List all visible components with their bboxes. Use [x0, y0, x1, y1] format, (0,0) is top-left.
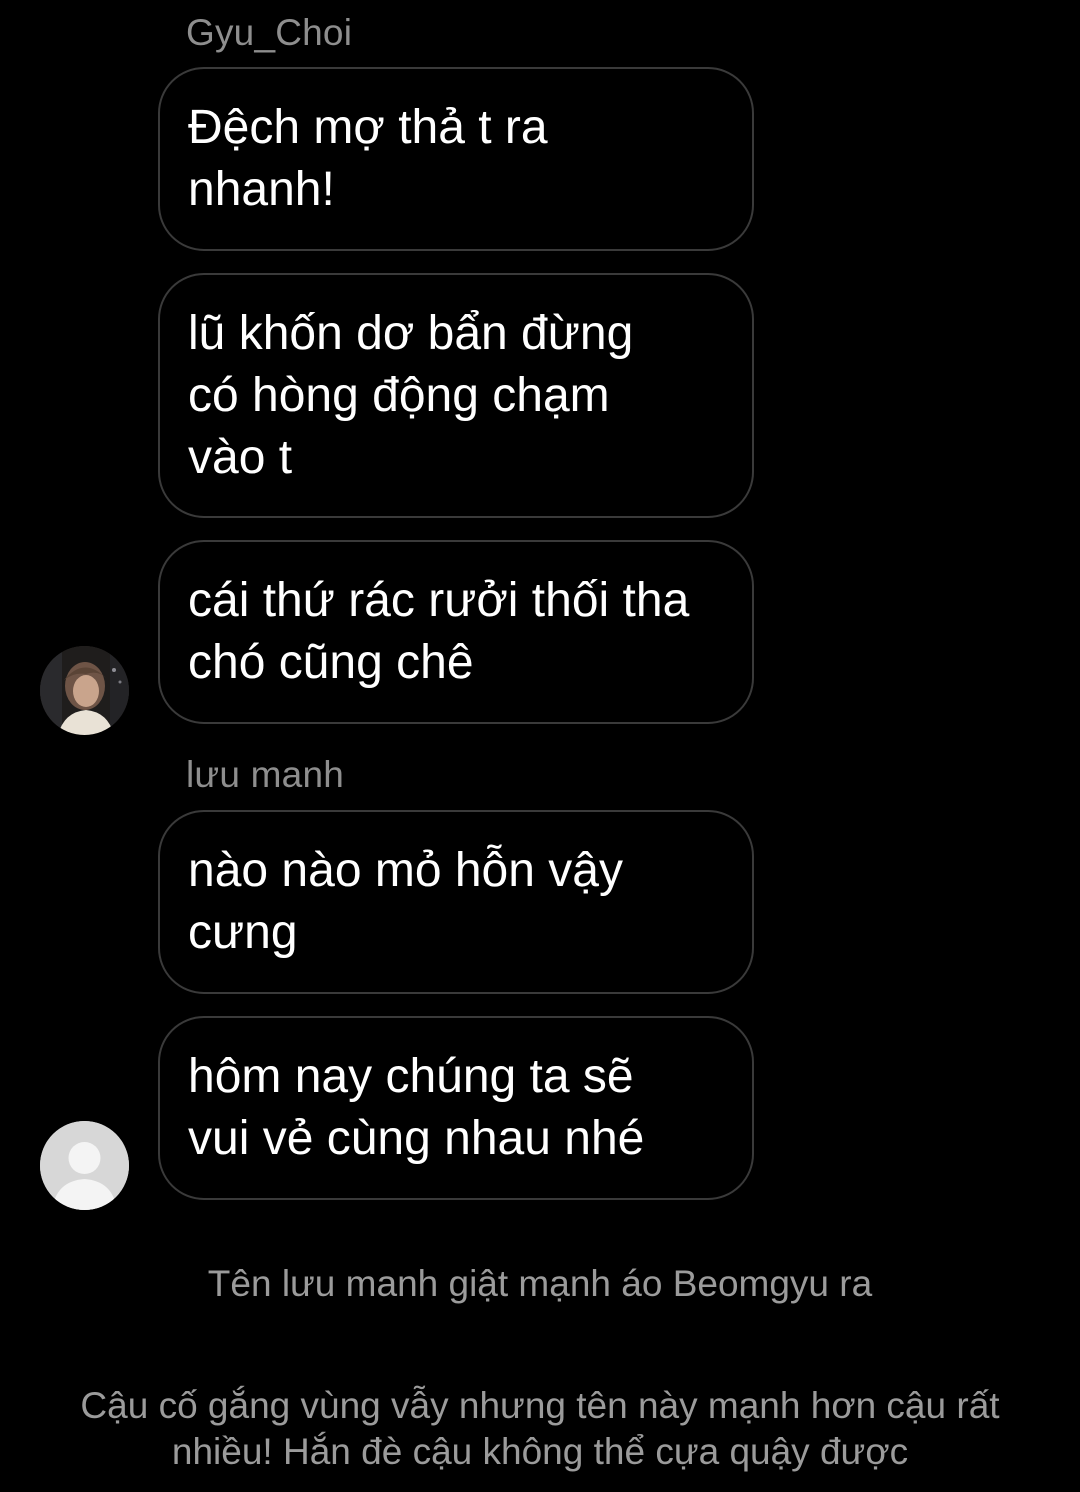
message-bubble[interactable]: nào nào mỏ hỗn vậy cưng	[158, 810, 754, 994]
default-avatar-graphic	[40, 1121, 129, 1210]
narration-text: Tên lưu manh giật mạnh áo Beomgyu ra	[207, 1263, 873, 1304]
default-user-avatar-icon[interactable]	[40, 1121, 129, 1210]
message-text: Đệch mợ thả t ra nhanh!	[188, 101, 548, 216]
message-text: lũ khốn dơ bẩn đừng có hòng động chạm và…	[188, 306, 634, 484]
avatar-photo-graphic	[40, 646, 129, 735]
message-bubble[interactable]: hôm nay chúng ta sẽ vui vẻ cùng nhau nhé	[158, 1016, 754, 1200]
sender-name-luu-manh: lưu manh	[186, 754, 345, 795]
narration-text: Cậu cố gắng vùng vẫy nhưng tên này mạnh …	[80, 1385, 1000, 1472]
message-bubble[interactable]: Đệch mợ thả t ra nhanh!	[158, 67, 754, 251]
user-photo-avatar-icon[interactable]	[40, 646, 129, 735]
message-text: nào nào mỏ hỗn vậy cưng	[188, 844, 623, 959]
sender-name-gyu-choi: Gyu_Choi	[186, 12, 353, 53]
message-text: hôm nay chúng ta sẽ vui vẻ cùng nhau nhé	[188, 1050, 645, 1165]
message-bubble[interactable]: cái thứ rác rưởi thối tha chó cũng chê	[158, 540, 754, 724]
message-bubble[interactable]: lũ khốn dơ bẩn đừng có hòng động chạm và…	[158, 273, 754, 518]
message-text: cái thứ rác rưởi thối tha chó cũng chê	[188, 574, 690, 689]
